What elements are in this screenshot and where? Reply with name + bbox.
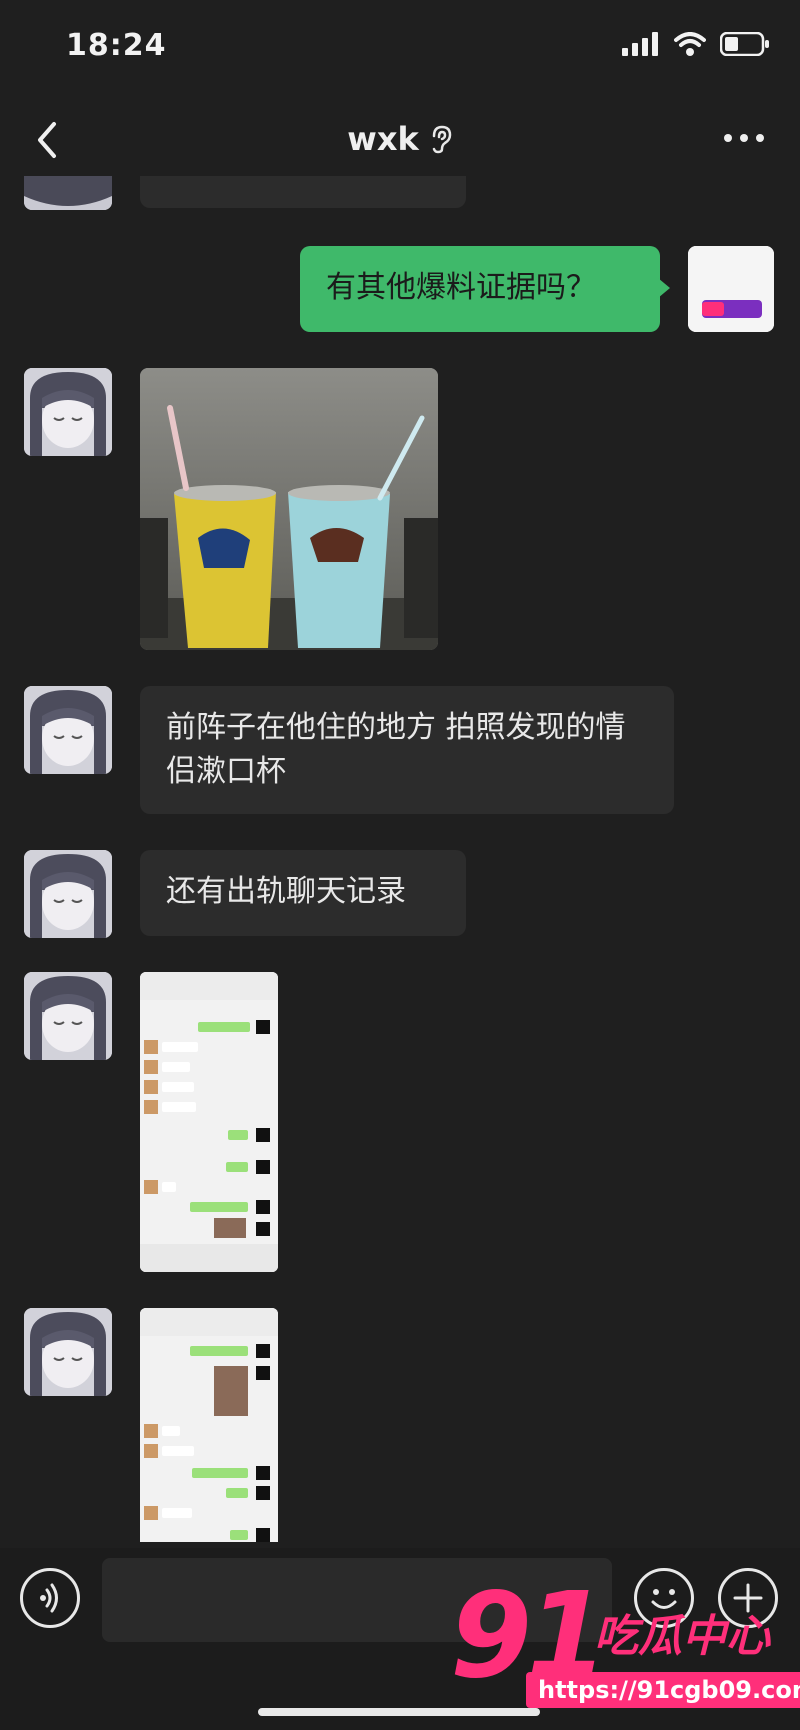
incoming-message-bubble[interactable]: 前阵子在他住的地方 拍照发现的情侣漱口杯 — [140, 686, 674, 814]
cups-photo[interactable] — [140, 368, 438, 650]
contact-avatar[interactable] — [24, 1308, 112, 1396]
status-bar: 18:24 — [0, 0, 800, 100]
watermark-url: https://91cgb09.com — [526, 1672, 800, 1708]
contact-avatar[interactable] — [24, 972, 112, 1060]
chat-title-text: wxk — [347, 120, 419, 158]
battery-icon — [720, 32, 769, 56]
contact-avatar[interactable] — [24, 368, 112, 456]
outgoing-message-bubble[interactable]: 有其他爆料证据吗？ — [300, 246, 660, 332]
incoming-message-bubble[interactable]: 还有出轨聊天记录 — [140, 850, 466, 936]
contact-avatar[interactable] — [24, 850, 112, 938]
avatar[interactable] — [24, 176, 112, 210]
watermark-text: 吃瓜中心 — [594, 1611, 770, 1662]
outgoing-message-text: 有其他爆料证据吗？ — [326, 270, 596, 305]
my-avatar[interactable] — [688, 246, 774, 332]
wifi-icon — [674, 32, 706, 56]
status-icons — [622, 32, 770, 56]
voice-icon[interactable] — [20, 1568, 80, 1628]
bubble-tail — [658, 278, 670, 298]
chat-title: wxk — [0, 120, 800, 158]
nav-bar: wxk — [0, 100, 800, 180]
incoming-message-text: 前阵子在他住的地方 拍照发现的情侣漱口杯 — [166, 710, 626, 789]
chat-screenshot-image[interactable] — [140, 1308, 278, 1542]
incoming-message-text: 还有出轨聊天记录 — [166, 874, 406, 909]
signal-icon — [622, 32, 658, 56]
status-time: 18:24 — [66, 28, 167, 63]
partial-message-bubble — [140, 176, 466, 208]
chat-screenshot-image[interactable] — [140, 972, 278, 1272]
ear-icon — [432, 125, 451, 154]
more-icon[interactable] — [724, 134, 764, 142]
contact-avatar[interactable] — [24, 686, 112, 774]
home-indicator — [258, 1708, 540, 1716]
